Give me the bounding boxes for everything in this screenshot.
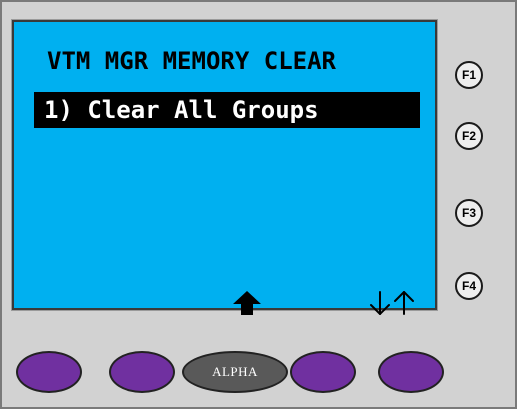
scroll-down-up-arrows-icon[interactable] <box>366 288 418 318</box>
device-bezel: VTM MGR MEMORY CLEAR 1) Clear All Groups… <box>0 0 517 409</box>
softkey-1[interactable] <box>16 351 82 393</box>
softkey-2[interactable] <box>109 351 175 393</box>
screen-title: VTM MGR MEMORY CLEAR <box>47 47 336 75</box>
menu-item-label: 1) Clear All Groups <box>44 96 319 124</box>
f3-button[interactable]: F3 <box>455 199 483 227</box>
home-up-arrow-icon[interactable] <box>232 290 262 316</box>
lcd-screen: VTM MGR MEMORY CLEAR 1) Clear All Groups <box>11 19 438 315</box>
f1-button[interactable]: F1 <box>455 61 483 89</box>
softkey-5[interactable] <box>378 351 444 393</box>
softkey-4[interactable] <box>290 351 356 393</box>
f2-button[interactable]: F2 <box>455 122 483 150</box>
f4-button[interactable]: F4 <box>455 272 483 300</box>
alpha-button[interactable]: ALPHA <box>182 351 288 393</box>
menu-item-clear-all-groups[interactable]: 1) Clear All Groups <box>34 92 420 128</box>
